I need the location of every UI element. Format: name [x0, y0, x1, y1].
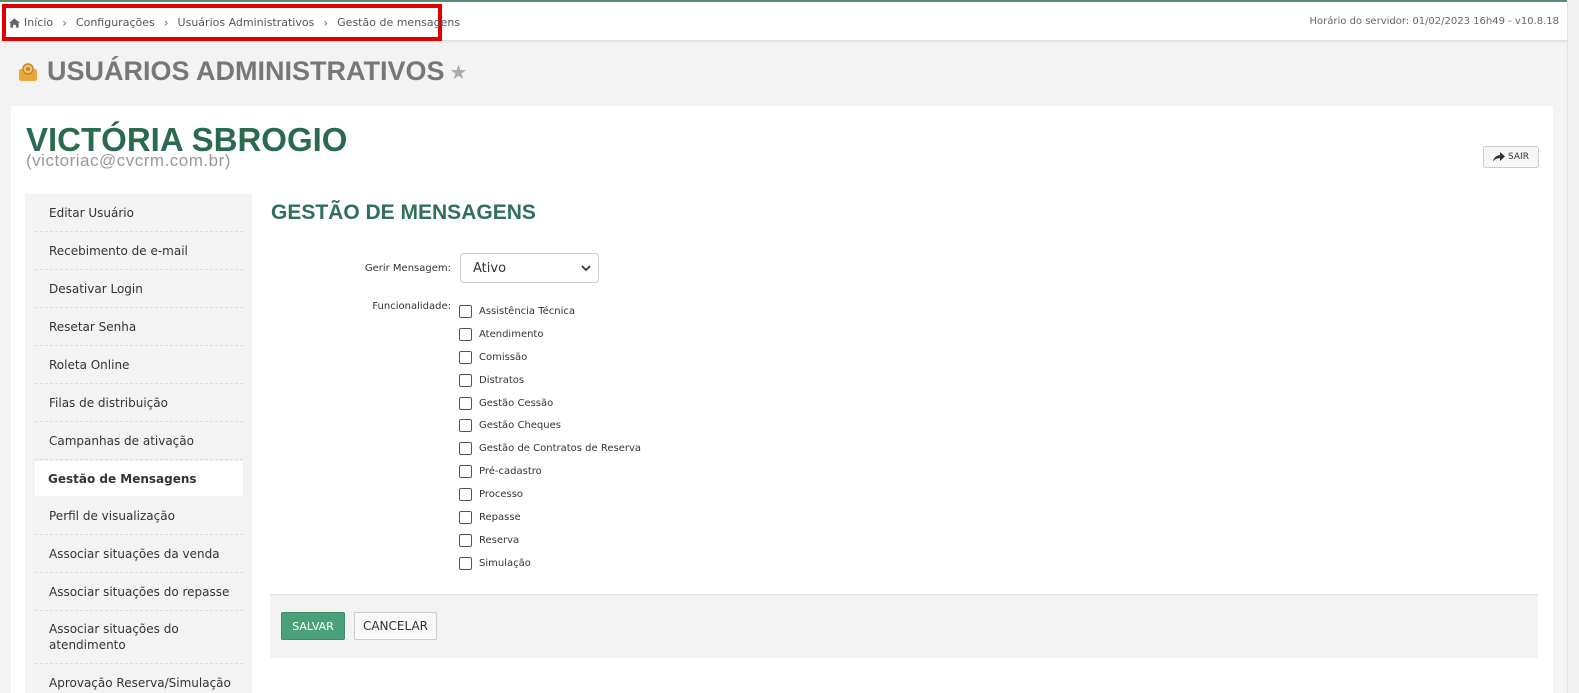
option-label: Simulação	[479, 557, 531, 569]
sidebar-item-editar-usuario[interactable]: Editar Usuário	[35, 194, 243, 232]
section-title: GESTÃO DE MENSAGENS	[271, 201, 536, 224]
breadcrumb-label: Início	[24, 16, 54, 29]
sidebar-item-situacoes-venda[interactable]: Associar situações da venda	[35, 535, 243, 573]
top-bar: Início › Configurações › Usuários Admini…	[0, 0, 1579, 41]
option-label: Distratos	[479, 374, 525, 386]
checkbox[interactable]	[459, 465, 472, 479]
sidebar-item-campanhas-ativacao[interactable]: Campanhas de ativação	[35, 422, 243, 460]
option-processo[interactable]: Processo	[459, 483, 641, 506]
cancel-button[interactable]: CANCELAR	[354, 612, 437, 640]
checkbox[interactable]	[459, 304, 472, 318]
breadcrumb: Início › Configurações › Usuários Admini…	[2, 4, 460, 41]
checkbox[interactable]	[459, 373, 472, 387]
checkbox[interactable]	[459, 327, 472, 341]
sidebar-item-recebimento-email[interactable]: Recebimento de e-mail	[35, 232, 243, 270]
option-gestao-cessao[interactable]: Gestão Cessão	[459, 392, 641, 415]
option-atendimento[interactable]: Atendimento	[459, 323, 641, 346]
option-label: Repasse	[479, 511, 521, 523]
option-label: Processo	[479, 489, 524, 501]
option-assistencia-tecnica[interactable]: Assistência Técnica	[459, 300, 641, 323]
option-comissao[interactable]: Comissão	[459, 346, 641, 369]
checkbox[interactable]	[459, 419, 472, 433]
breadcrumb-item-inicio[interactable]: Início	[9, 16, 53, 29]
chevron-right-icon: ›	[323, 15, 329, 30]
gerir-mensagem-label: Gerir Mensagem:	[364, 263, 451, 274]
content-panel: VICTÓRIA SBROGIO (victoriac@cvcrm.com.br…	[11, 106, 1553, 693]
page-header: USUÁRIOS ADMINISTRATIVOS ★	[17, 56, 467, 87]
home-icon	[9, 17, 20, 28]
chevron-right-icon: ›	[62, 15, 67, 30]
sidebar-item-aprovacao-reserva[interactable]: Aprovação Reserva/Simulação	[35, 664, 243, 693]
option-contratos-reserva[interactable]: Gestão de Contratos de Reserva	[459, 437, 641, 460]
chevron-right-icon: ›	[163, 15, 169, 30]
option-label: Gestão Cheques	[479, 420, 561, 432]
sidebar-item-perfil-visualizacao[interactable]: Perfil de visualização	[35, 497, 243, 535]
checkbox[interactable]	[459, 396, 472, 410]
option-gestao-cheques[interactable]: Gestão Cheques	[459, 414, 641, 437]
option-label: Atendimento	[479, 328, 544, 340]
sidebar-item-resetar-senha[interactable]: Resetar Senha	[35, 308, 243, 346]
breadcrumb-item-gestao: Gestão de mensagens	[337, 16, 461, 29]
scrollbar[interactable]	[1567, 0, 1579, 693]
checkbox[interactable]	[459, 488, 472, 502]
gerir-mensagem-select[interactable]: Ativo	[460, 253, 599, 283]
checkbox[interactable]	[459, 533, 472, 547]
checkbox[interactable]	[459, 556, 472, 570]
option-label: Reserva	[479, 534, 520, 546]
sidebar-item-gestao-mensagens[interactable]: Gestão de Mensagens	[35, 461, 243, 496]
favorite-star-icon[interactable]: ★	[450, 60, 468, 84]
option-reserva[interactable]: Reserva	[459, 529, 641, 552]
user-admin-icon	[19, 62, 37, 81]
sidebar-item-desativar-login[interactable]: Desativar Login	[35, 270, 243, 308]
option-pre-cadastro[interactable]: Pré-cadastro	[459, 460, 641, 483]
sair-label: SAIR	[1508, 152, 1529, 162]
option-label: Gestão de Contratos de Reserva	[479, 443, 642, 455]
share-arrow-icon	[1493, 152, 1506, 162]
user-email: (victoriac@cvcrm.com.br)	[26, 151, 231, 170]
sidebar-item-filas-distribuicao[interactable]: Filas de distribuição	[35, 384, 243, 422]
server-time: Horário do servidor: 01/02/2023 16h49 - …	[1309, 16, 1559, 27]
select-value: Ativo	[473, 260, 507, 276]
breadcrumb-item-configuracoes[interactable]: Configurações	[76, 16, 155, 29]
option-repasse[interactable]: Repasse	[459, 506, 641, 529]
breadcrumb-item-usuarios[interactable]: Usuários Administrativos	[178, 16, 315, 29]
checkbox[interactable]	[459, 510, 472, 524]
funcionalidade-checklist: Assistência Técnica Atendimento Comissão…	[459, 300, 641, 575]
option-label: Comissão	[479, 351, 528, 363]
sidebar-item-situacoes-repasse[interactable]: Associar situações do repasse	[35, 573, 243, 611]
form-actions: SALVAR CANCELAR	[270, 594, 1538, 658]
chevron-down-icon	[581, 265, 591, 272]
option-label: Pré-cadastro	[479, 466, 542, 478]
option-label: Assistência Técnica	[479, 305, 576, 317]
checkbox[interactable]	[459, 350, 472, 364]
sidebar-item-situacoes-atendimento[interactable]: Associar situações do atendimento	[35, 611, 243, 664]
sidebar-item-roleta-online[interactable]: Roleta Online	[35, 346, 243, 384]
page-title: USUÁRIOS ADMINISTRATIVOS	[47, 56, 445, 86]
checkbox[interactable]	[459, 442, 472, 456]
sidebar: Editar Usuário Recebimento de e-mail Des…	[25, 194, 252, 693]
option-simulacao[interactable]: Simulação	[459, 552, 641, 575]
save-button[interactable]: SALVAR	[281, 612, 345, 640]
option-label: Gestão Cessão	[479, 397, 554, 409]
sair-button[interactable]: SAIR	[1483, 146, 1539, 168]
option-distratos[interactable]: Distratos	[459, 369, 641, 392]
funcionalidade-label: Funcionalidade:	[372, 301, 451, 312]
